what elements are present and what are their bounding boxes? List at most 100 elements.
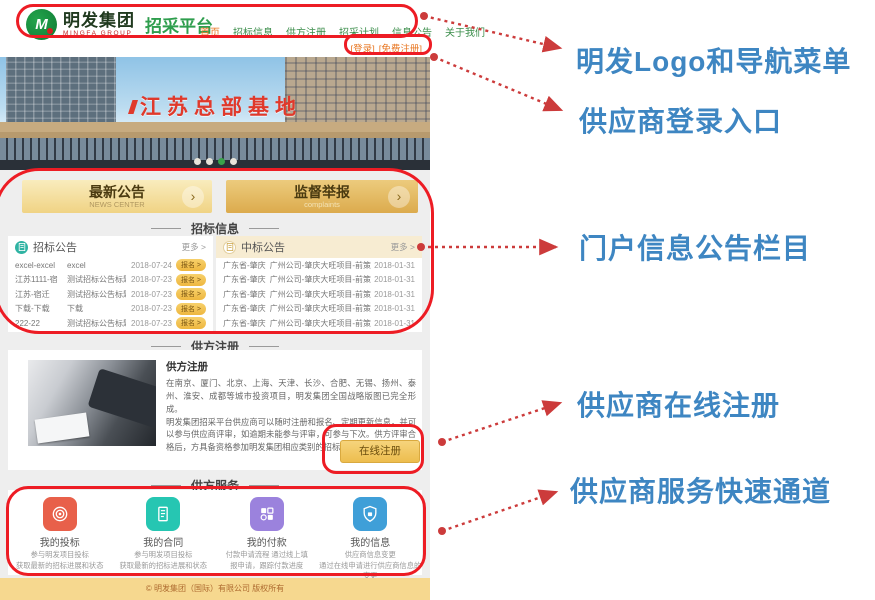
- latest-news-button[interactable]: 最新公告 NEWS CENTER ›: [22, 180, 212, 213]
- award-icon: [223, 241, 236, 254]
- service-my-payments[interactable]: 我的付款 付款申请流程 通过线上填 报申请，跟踪付款进度: [215, 497, 319, 575]
- annotation-arrow-3: [417, 243, 556, 251]
- register-heading: 供方注册: [166, 359, 416, 374]
- award-date: 2018-01-31: [374, 319, 415, 328]
- tender-announcements-column: 招标公告 更多 > excel-excel excel 2018-07-24 报…: [8, 236, 213, 332]
- award-announcements-column: 中标公告 更多 > 广东省-肇庆 广州公司-肇庆大旺项目-前策定位... 201…: [216, 236, 422, 332]
- service-my-info[interactable]: 我的信息 供应商信息变更 通过在线申请进行供应商信息的变更: [319, 497, 423, 575]
- payment-icon: [250, 497, 284, 531]
- site-header: M 明发集团 MINGFA GROUP 招采平台 首页 招标信息 供方注册 招采…: [0, 0, 430, 57]
- award-region: 广东省-肇庆: [223, 274, 266, 285]
- service-desc: 供应商信息变更: [319, 550, 423, 560]
- tender-row[interactable]: 江苏1111-宿 测试招标公告标题1111 2018-07-23 报名 >: [8, 273, 213, 288]
- divider: [249, 228, 279, 229]
- complaints-title: 监督举报: [294, 184, 350, 200]
- award-row[interactable]: 广东省-肇庆 广州公司-肇庆大旺项目-前策定位... 2018-01-31: [216, 302, 422, 317]
- signup-button[interactable]: 报名 >: [176, 303, 206, 315]
- tender-date: 2018-07-23: [126, 304, 172, 313]
- divider: [249, 485, 279, 486]
- circle-arrow-icon: ›: [182, 186, 204, 208]
- free-register-link[interactable]: [免费注册]: [379, 41, 422, 55]
- service-desc: 报申请，跟踪付款进度: [215, 561, 319, 571]
- award-title: 广州公司-肇庆大旺项目-前策定位...: [270, 260, 371, 271]
- main-nav: 首页 招标信息 供方注册 招采计划 信息公告 关于我们: [200, 24, 485, 39]
- logo-cn-text: 明发集团: [63, 12, 135, 29]
- nav-item-announcements[interactable]: 信息公告: [392, 24, 432, 39]
- award-date: 2018-01-31: [374, 290, 415, 299]
- award-row[interactable]: 广东省-肇庆 广州公司-肇庆大旺项目-前策定位... 2018-01-31: [216, 273, 422, 288]
- service-my-contracts[interactable]: 我的合同 参与明发项目投标 获取最新的招标进展和状态: [112, 497, 216, 575]
- tender-more-link[interactable]: 更多 >: [182, 241, 206, 253]
- service-my-bids[interactable]: 我的投标 参与明发项目投标 获取最新的招标进展和状态: [8, 497, 112, 575]
- carousel-dot-active[interactable]: [218, 158, 225, 165]
- nav-item-supplier-register[interactable]: 供方注册: [286, 24, 326, 39]
- signup-button[interactable]: 报名 >: [176, 259, 206, 271]
- award-date: 2018-01-31: [374, 261, 415, 270]
- banner-title: 江苏总部基地: [0, 91, 430, 121]
- mingfa-logo[interactable]: M 明发集团 MINGFA GROUP 招采平台: [26, 9, 213, 40]
- carousel-dot[interactable]: [230, 158, 237, 165]
- nav-item-procurement-plan[interactable]: 招采计划: [339, 24, 379, 39]
- tender-title: 下载: [67, 303, 126, 314]
- circle-arrow-icon: ›: [388, 186, 410, 208]
- nav-item-home[interactable]: 首页: [200, 24, 220, 39]
- service-desc: 参与明发项目投标: [8, 550, 112, 560]
- photo-shape: [35, 412, 90, 443]
- tender-name: excel-excel: [15, 261, 67, 270]
- annotation-label-logo-nav: 明发Logo和导航菜单: [576, 40, 851, 80]
- service-desc: 参与明发项目投标: [112, 550, 216, 560]
- mingfa-logo-icon: M: [26, 9, 57, 40]
- photo-shape: [88, 368, 156, 428]
- latest-news-subtitle: NEWS CENTER: [89, 200, 144, 209]
- award-more-link[interactable]: 更多 >: [391, 241, 415, 253]
- carousel-dot[interactable]: [194, 158, 201, 165]
- award-region: 广东省-肇庆: [223, 289, 266, 300]
- nav-item-bidding-info[interactable]: 招标信息: [233, 24, 273, 39]
- award-region: 广东省-肇庆: [223, 260, 266, 271]
- complaints-subtitle: complaints: [304, 200, 340, 209]
- award-region: 广东省-肇庆: [223, 303, 266, 314]
- award-row[interactable]: 广东省-肇庆 广州公司-肇庆大旺项目-前策定位... 2018-01-31: [216, 316, 422, 331]
- supplier-services-panel: 我的投标 参与明发项目投标 获取最新的招标进展和状态 我的合同 参与明发项目投标…: [8, 490, 422, 575]
- online-register-button[interactable]: 在线注册: [340, 440, 420, 463]
- nav-item-about-us[interactable]: 关于我们: [445, 24, 485, 39]
- complaints-button[interactable]: 监督举报 complaints ›: [226, 180, 418, 213]
- signup-button[interactable]: 报名 >: [176, 274, 206, 286]
- signup-button[interactable]: 报名 >: [176, 288, 206, 300]
- tender-date: 2018-07-24: [126, 261, 172, 270]
- tender-row[interactable]: excel-excel excel 2018-07-24 报名 >: [8, 258, 213, 273]
- latest-news-title: 最新公告: [89, 184, 145, 200]
- carousel-dot[interactable]: [206, 158, 213, 165]
- award-row[interactable]: 广东省-肇庆 广州公司-肇庆大旺项目-前策定位... 2018-01-31: [216, 258, 422, 273]
- divider: [249, 346, 279, 347]
- hero-banner[interactable]: 江苏总部基地: [0, 57, 430, 170]
- signup-button[interactable]: 报名 >: [176, 317, 206, 329]
- annotation-arrow-2: [430, 53, 561, 110]
- annotation-label-online-register: 供应商在线注册: [577, 384, 780, 424]
- contract-icon: [146, 497, 180, 531]
- service-title: 我的信息: [319, 534, 423, 549]
- award-title: 广州公司-肇庆大旺项目-前策定位...: [270, 274, 371, 285]
- announcement-panel: 招标公告 更多 > excel-excel excel 2018-07-24 报…: [8, 236, 422, 332]
- tender-column-title: 招标公告: [33, 239, 182, 255]
- supplier-register-panel: 供方注册 在南京、厦门、北京、上海、天津、长沙、合肥、无锡、扬州、泰州、淮安、成…: [8, 350, 422, 470]
- register-paragraph-1: 在南京、厦门、北京、上海、天津、长沙、合肥、无锡、扬州、泰州、淮安、成都等城市投…: [166, 377, 416, 416]
- tender-title: 测试招标公告标题附件: [67, 289, 126, 300]
- copyright-footer: © 明发集团（国际）有限公司 版权所有: [0, 578, 430, 600]
- tender-row[interactable]: 下载-下载 下载 2018-07-23 报名 >: [8, 302, 213, 317]
- award-column-header: 中标公告 更多 >: [216, 236, 422, 258]
- award-row[interactable]: 广东省-肇庆 广州公司-肇庆大旺项目-前策定位... 2018-01-31: [216, 287, 422, 302]
- tender-name: 江苏1111-宿: [15, 274, 67, 285]
- mingfa-portal-page: M 明发集团 MINGFA GROUP 招采平台 首页 招标信息 供方注册 招采…: [0, 0, 430, 600]
- logo-texts: 明发集团 MINGFA GROUP: [63, 12, 135, 38]
- tender-name: 江苏-宿迁: [15, 289, 67, 300]
- tender-title: 测试招标公告标题1111: [67, 274, 126, 285]
- tender-row[interactable]: 江苏-宿迁 测试招标公告标题附件 2018-07-23 报名 >: [8, 287, 213, 302]
- annotation-label-portal-info: 门户信息公告栏目: [579, 227, 811, 267]
- login-link[interactable]: [登录]: [350, 41, 374, 55]
- service-desc: 获取最新的招标进展和状态: [112, 561, 216, 571]
- service-title: 我的付款: [215, 534, 319, 549]
- tender-row[interactable]: 222-22 测试招标公告标题222 2018-07-23 报名 >: [8, 316, 213, 331]
- banner-title-text: 江苏总部基地: [140, 96, 302, 119]
- tender-title: 测试招标公告标题222: [67, 318, 126, 329]
